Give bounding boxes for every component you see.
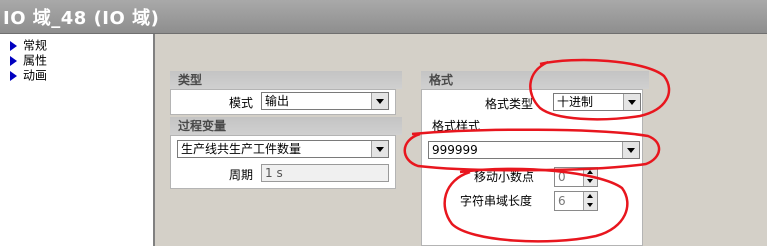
tree-item-properties[interactable]: 属性 (10, 53, 47, 68)
process-group-header: 过程变量 (170, 117, 402, 135)
chevron-down-icon[interactable] (371, 141, 388, 157)
triangle-right-icon (10, 70, 17, 81)
process-group: 生产线共生产工件数量 周期 1 s (170, 135, 396, 189)
format-group-header: 格式 (421, 71, 649, 89)
length-label: 字符串域长度 (460, 194, 533, 208)
window-titlebar: IO 域_48 (IO 域) (0, 0, 767, 34)
decimal-label: 移动小数点 (474, 170, 535, 184)
triangle-right-icon (10, 40, 17, 51)
tree-item-general[interactable]: 常规 (10, 38, 47, 53)
process-variable-value: 生产线共生产工件数量 (181, 142, 302, 156)
decimal-value: 0 (558, 170, 566, 184)
type-group: 模式 输出 (170, 89, 396, 115)
chevron-down-icon[interactable] (623, 94, 640, 110)
format-type-value: 十进制 (557, 95, 594, 109)
format-type-dropdown[interactable]: 十进制 (553, 93, 641, 111)
decimal-stepper[interactable]: 0 (554, 167, 598, 187)
mode-label: 模式 (229, 96, 254, 110)
format-pattern-label: 格式样式 (432, 119, 481, 133)
mode-dropdown[interactable]: 输出 (261, 92, 389, 110)
format-pattern-value: 999999 (432, 143, 478, 157)
property-tree: 常规 属性 动画 (0, 34, 155, 246)
stepper-down-icon[interactable] (583, 177, 597, 186)
cycle-field[interactable]: 1 s (261, 164, 389, 182)
cycle-label: 周期 (229, 168, 254, 182)
type-group-header: 类型 (170, 71, 402, 89)
format-type-label: 格式类型 (485, 97, 534, 111)
tree-item-animation[interactable]: 动画 (10, 68, 47, 83)
chevron-down-icon[interactable] (622, 142, 639, 158)
window-title: IO 域_48 (IO 域) (3, 8, 160, 29)
format-pattern-dropdown[interactable]: 999999 (428, 141, 640, 159)
length-stepper[interactable]: 6 (554, 191, 598, 211)
process-variable-dropdown[interactable]: 生产线共生产工件数量 (177, 140, 389, 158)
stepper-down-icon[interactable] (583, 201, 597, 210)
chevron-down-icon[interactable] (371, 93, 388, 109)
triangle-right-icon (10, 55, 17, 66)
cycle-value: 1 s (265, 166, 283, 180)
length-value: 6 (558, 194, 566, 208)
format-group: 格式类型 十进制 格式样式 999999 移动小数点 0 字符串域长度 6 (421, 89, 643, 246)
mode-value: 输出 (265, 94, 290, 108)
